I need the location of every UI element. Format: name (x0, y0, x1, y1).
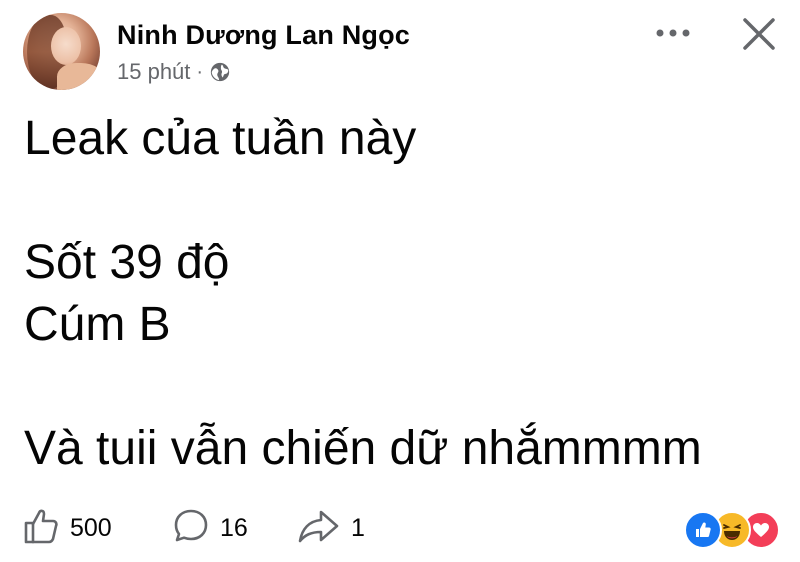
avatar-face-shape (51, 27, 81, 65)
like-reaction-icon (684, 511, 722, 549)
more-horizontal-icon[interactable] (653, 18, 693, 48)
post-time[interactable]: 15 phút (117, 59, 190, 85)
like-button[interactable]: 500 (22, 505, 112, 551)
post-blank-line (24, 356, 702, 418)
share-arrow-icon (297, 507, 341, 550)
comment-bubble-icon (172, 507, 210, 550)
comment-count: 16 (220, 513, 248, 542)
author-name[interactable]: Ninh Dương Lan Ngọc (117, 20, 410, 51)
post-card: Ninh Dương Lan Ngọc 15 phút · Leak của t… (0, 0, 800, 562)
author-avatar[interactable] (23, 13, 100, 90)
post-meta: 15 phút · (117, 59, 231, 85)
post-text: Leak của tuần này Sốt 39 độ Cúm B Và tui… (24, 108, 702, 480)
comment-button[interactable]: 16 (172, 505, 248, 551)
post-line: Và tuii vẫn chiến dữ nhắmmmm (24, 422, 702, 475)
reaction-summary[interactable] (684, 511, 780, 549)
post-line: Sốt 39 độ (24, 236, 230, 289)
meta-separator: · (196, 60, 204, 83)
post-line: Cúm B (24, 298, 171, 351)
close-icon[interactable] (738, 13, 780, 55)
like-count: 500 (70, 513, 112, 542)
thumbs-up-icon (22, 507, 60, 550)
share-button[interactable]: 1 (297, 505, 365, 551)
share-count: 1 (351, 513, 365, 542)
globe-icon[interactable] (209, 61, 231, 83)
post-footer: 500 16 1 (22, 505, 782, 551)
avatar-shoulder-shape (57, 63, 100, 90)
post-line: Leak của tuần này (24, 112, 417, 165)
post-blank-line (24, 170, 702, 232)
